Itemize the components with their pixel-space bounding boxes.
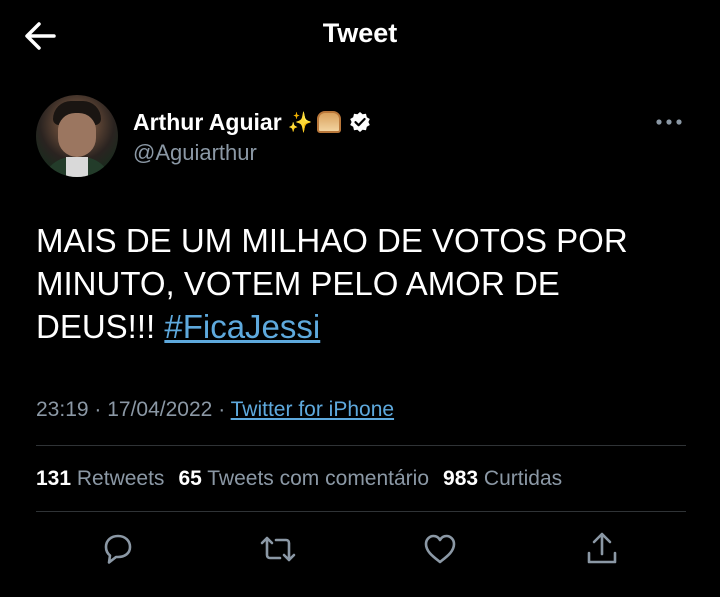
retweet-icon [260,536,296,562]
tweet-text: MAIS DE UM MILHAO DE VOTOS POR MINUTO, V… [36,219,676,348]
sparkles-icon: ✨ [287,110,313,134]
likes-label: Curtidas [483,467,563,490]
quotes-count: 65 [178,467,202,490]
meta-separator: · [94,398,108,421]
retweets-count: 131 [36,467,72,490]
tweet-date: 17/04/2022 [107,398,213,421]
tweet-stats: 131 Retweets 65 Tweets com comentário 98… [36,467,562,491]
page-title: Tweet [322,18,398,48]
avatar[interactable] [36,95,118,177]
more-dots-icon [656,119,682,125]
tweet-source-link[interactable]: Twitter for iPhone [231,398,394,421]
tweet-meta: 23:19 · 17/04/2022 · Twitter for iPhone [36,398,394,422]
retweets-stat[interactable]: 131 Retweets [36,467,164,491]
reply-icon [104,534,132,564]
more-options-button[interactable] [651,110,687,134]
tweet-time: 23:19 [36,398,89,421]
share-icon [587,532,617,564]
like-button[interactable] [418,527,462,571]
quotes-label: Tweets com comentário [207,467,430,490]
hashtag-link[interactable]: #FicaJessi [164,308,320,345]
share-button[interactable] [580,527,624,571]
bread-icon [316,111,341,133]
verified-badge-icon [349,112,370,132]
author-name-row: Arthur Aguiar ✨ [133,107,371,137]
author-name[interactable]: Arthur Aguiar [133,109,282,136]
meta-separator: · [218,398,231,421]
action-bar [0,527,720,571]
quotes-stat[interactable]: 65 Tweets com comentário [178,467,429,491]
divider [36,445,686,446]
reply-button[interactable] [96,527,140,571]
retweets-label: Retweets [76,467,165,490]
likes-stat[interactable]: 983 Curtidas [443,467,562,491]
divider [36,511,686,512]
author-handle[interactable]: @Aguiarthur [133,140,257,166]
retweet-button[interactable] [256,527,300,571]
like-icon [424,534,456,564]
tweet-text-body: MAIS DE UM MILHAO DE VOTOS POR MINUTO, V… [36,222,628,345]
top-bar: Tweet [0,0,720,70]
likes-count: 983 [443,467,479,490]
